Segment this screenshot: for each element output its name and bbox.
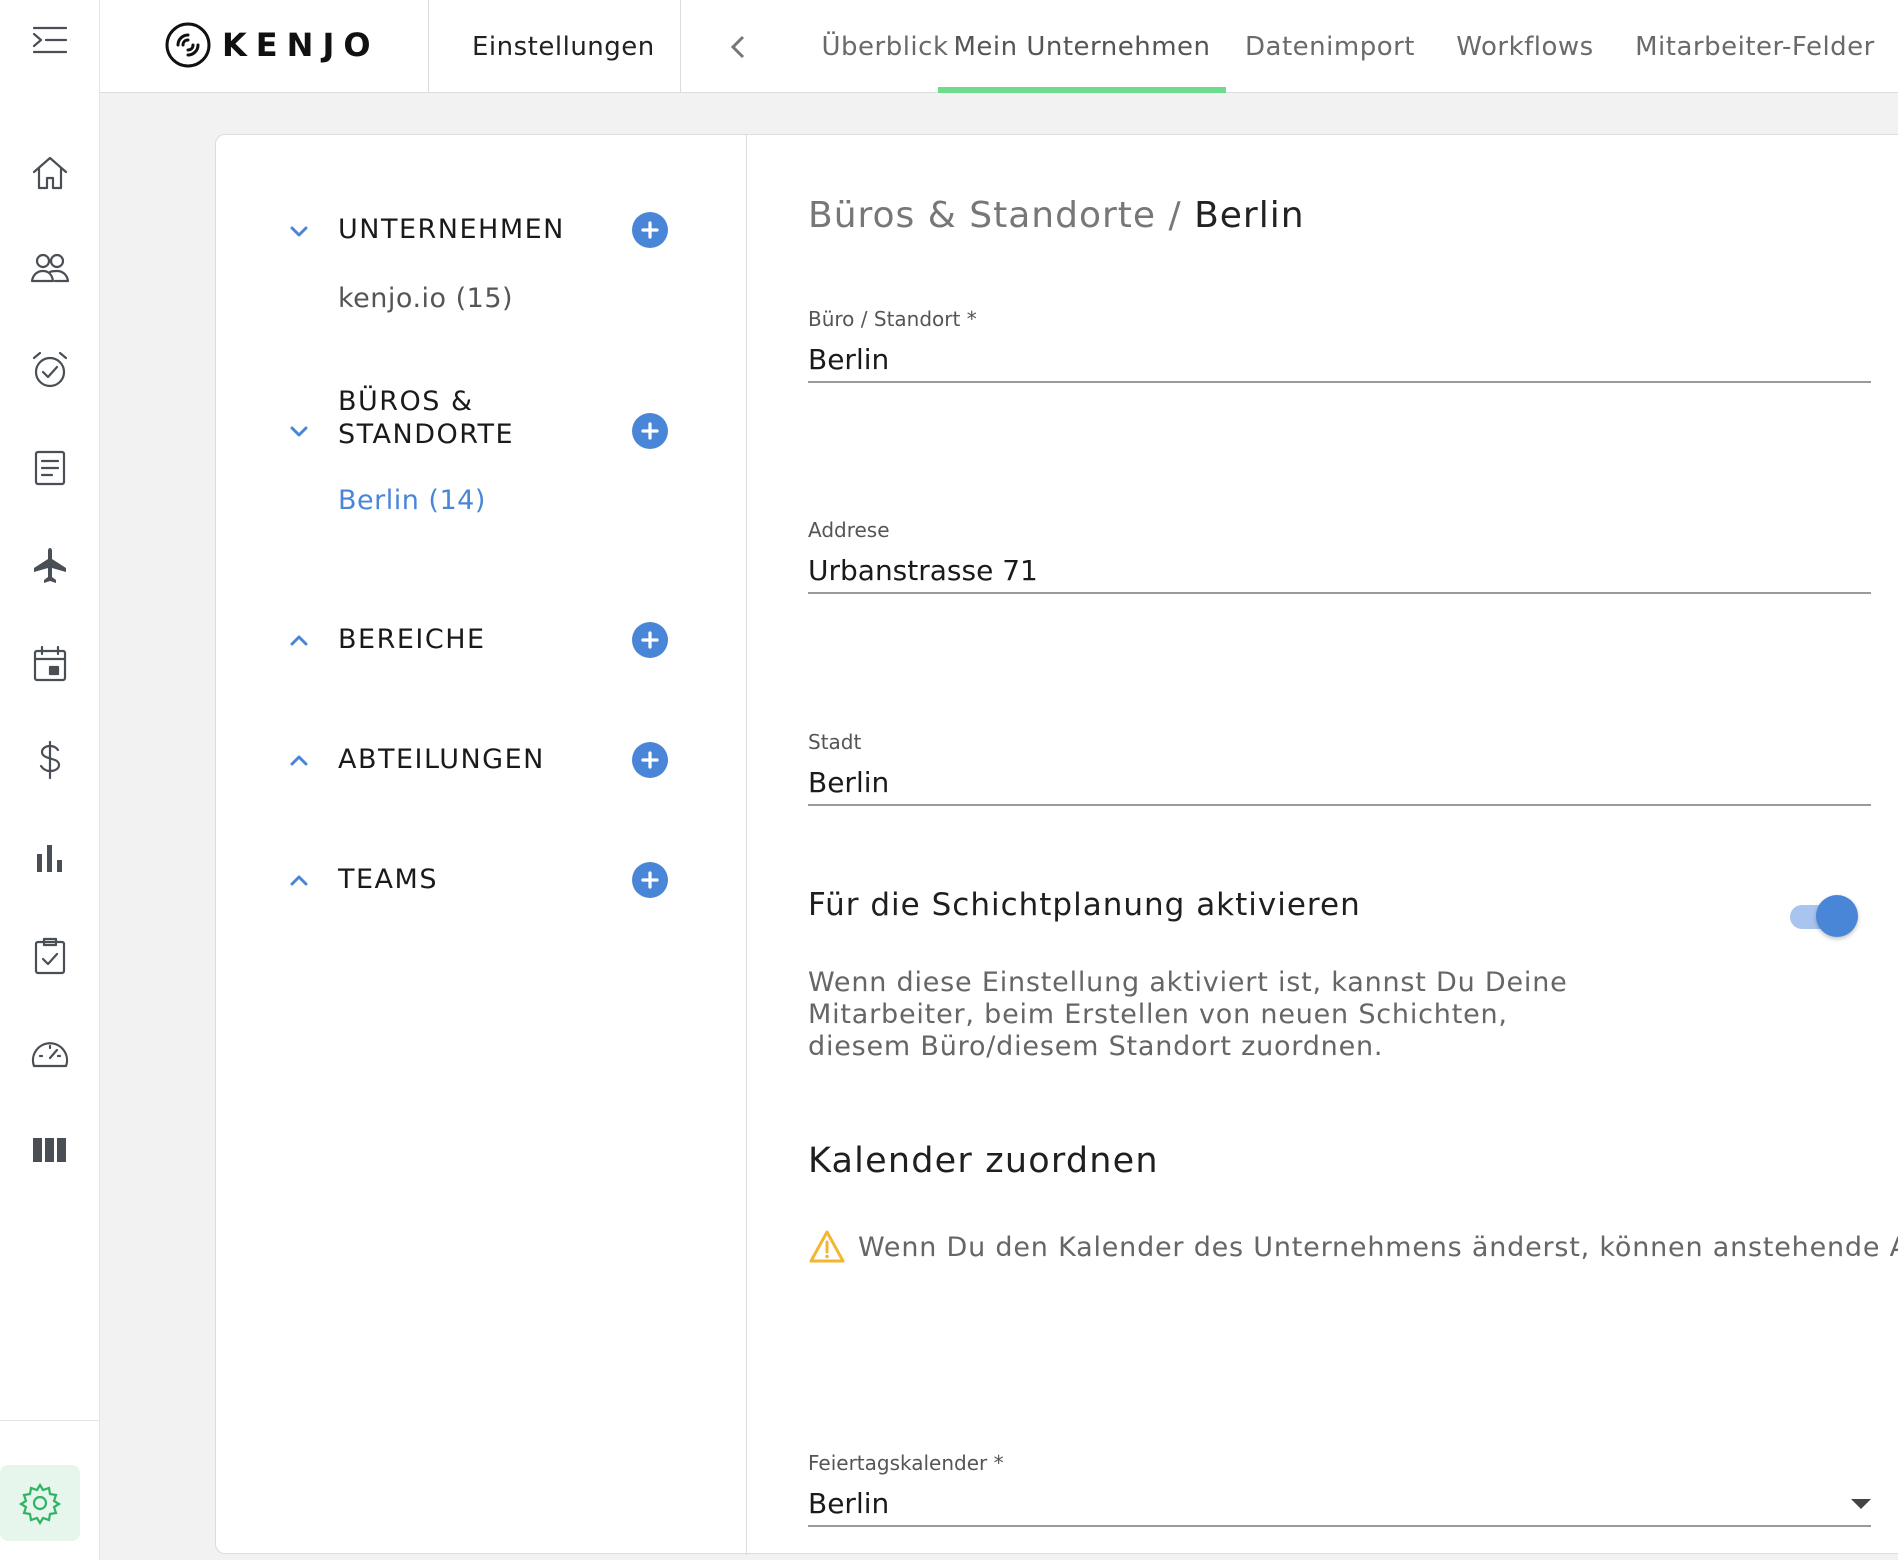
- header-section-title: Einstellungen: [472, 31, 655, 62]
- speedometer-icon[interactable]: [0, 1014, 100, 1094]
- tree-group-abteilungen: ABTEILUNGEN: [216, 725, 747, 805]
- breadcrumb-separator: /: [1156, 195, 1195, 236]
- tree-group-unternehmen: UNTERNEHMEN kenjo.io (15): [216, 195, 747, 345]
- calendar-warning: Wenn Du den Kalender des Unternehmens än…: [808, 1227, 1898, 1267]
- tree-item-kenjo-io[interactable]: kenjo.io (15): [338, 283, 513, 314]
- tree-group-bereiche: BEREICHE: [216, 605, 747, 685]
- top-bar: KENJO Einstellungen Überblick Mein Unter…: [100, 0, 1898, 93]
- city-field-label: Stadt: [808, 730, 862, 754]
- tree-group-bueros-standorte: BÜROS & STANDORTE Berlin (14): [216, 385, 747, 575]
- city-input[interactable]: Berlin: [808, 764, 1871, 806]
- calendar-icon[interactable]: [0, 624, 100, 704]
- active-tab-indicator: [938, 87, 1226, 93]
- tree-group-label: BEREICHE: [338, 624, 486, 655]
- app-sidebar: [0, 0, 100, 1560]
- toggle-knob: [1816, 895, 1858, 937]
- org-structure-tree: UNTERNEHMEN kenjo.io (15) BÜROS & STANDO…: [216, 135, 747, 1555]
- logo-mark-icon: [165, 22, 211, 68]
- address-field: Addrese Urbanstrasse 71: [808, 518, 1871, 594]
- shift-planning-help-text: Wenn diese Einstellung aktiviert ist, ka…: [808, 967, 1568, 1062]
- tree-group-label: UNTERNEHMEN: [338, 214, 565, 245]
- people-icon[interactable]: [0, 228, 100, 308]
- kenjo-logo[interactable]: KENJO: [164, 20, 380, 70]
- tree-item-berlin[interactable]: Berlin (14): [338, 485, 486, 516]
- office-field: Büro / Standort * Berlin: [808, 307, 1871, 383]
- address-input[interactable]: Urbanstrasse 71: [808, 552, 1871, 594]
- bar-chart-icon[interactable]: [0, 818, 100, 898]
- home-icon[interactable]: [0, 133, 100, 213]
- dollar-icon[interactable]: [0, 720, 100, 800]
- chevron-up-icon[interactable]: [284, 866, 314, 896]
- tab-mitarbeiter-felder[interactable]: Mitarbeiter-Felder: [1630, 0, 1880, 93]
- header-divider: [428, 0, 429, 93]
- header-divider: [680, 0, 681, 93]
- shift-planning-label: Für die Schichtplanung aktivieren: [808, 887, 1361, 923]
- breadcrumb-parent[interactable]: Büros & Standorte: [808, 195, 1156, 236]
- rail-divider: [0, 1420, 100, 1421]
- holiday-calendar-label: Feiertagskalender *: [808, 1451, 1004, 1475]
- logo-text: KENJO: [222, 26, 380, 64]
- add-team-button[interactable]: [632, 862, 668, 898]
- add-abteilung-button[interactable]: [632, 742, 668, 778]
- chevron-left-icon[interactable]: [716, 24, 762, 70]
- holiday-calendar-field: Feiertagskalender * Berlin: [808, 1451, 1871, 1527]
- office-input[interactable]: Berlin: [808, 341, 1871, 383]
- page-title: Büros & Standorte / Berlin: [808, 195, 1305, 236]
- alarm-clock-icon[interactable]: [0, 330, 100, 410]
- calendar-warning-text: Wenn Du den Kalender des Unternehmens än…: [858, 1231, 1898, 1263]
- add-buero-button[interactable]: [632, 413, 668, 449]
- airplane-icon[interactable]: [0, 528, 100, 608]
- dropdown-arrow-icon: [1851, 1499, 1871, 1509]
- shift-planning-toggle[interactable]: [1790, 895, 1858, 939]
- tab-workflows[interactable]: Workflows: [1440, 0, 1610, 93]
- warning-triangle-icon: [809, 1230, 845, 1263]
- plus-icon: [641, 221, 659, 239]
- gear-icon[interactable]: [0, 1465, 80, 1541]
- address-field-label: Addrese: [808, 518, 890, 542]
- tab-datenimport[interactable]: Datenimport: [1230, 0, 1430, 93]
- plus-icon: [641, 871, 659, 889]
- plus-icon: [641, 751, 659, 769]
- holiday-calendar-select[interactable]: Berlin: [808, 1485, 1871, 1527]
- menu-collapse-icon[interactable]: [0, 0, 100, 80]
- columns-icon[interactable]: [0, 1110, 100, 1190]
- city-field: Stadt Berlin: [808, 730, 1871, 806]
- tab-mein-unternehmen[interactable]: Mein Unternehmen: [938, 0, 1226, 93]
- add-bereich-button[interactable]: [632, 622, 668, 658]
- office-field-label: Büro / Standort *: [808, 307, 977, 331]
- plus-icon: [641, 631, 659, 649]
- location-detail-panel: Büros & Standorte / Berlin Büro / Stando…: [748, 135, 1898, 1555]
- document-icon[interactable]: [0, 428, 100, 508]
- settings-card: UNTERNEHMEN kenjo.io (15) BÜROS & STANDO…: [215, 134, 1898, 1555]
- chevron-down-icon[interactable]: [284, 416, 314, 446]
- tree-group-label: BÜROS & STANDORTE: [338, 386, 515, 450]
- tree-group-teams: TEAMS: [216, 845, 747, 925]
- add-unternehmen-button[interactable]: [632, 212, 668, 248]
- breadcrumb-current: Berlin: [1194, 195, 1305, 236]
- plus-icon: [641, 422, 659, 440]
- tree-group-label: TEAMS: [338, 864, 438, 895]
- clipboard-check-icon[interactable]: [0, 916, 100, 996]
- chevron-up-icon[interactable]: [284, 626, 314, 656]
- chevron-up-icon[interactable]: [284, 746, 314, 776]
- calendar-section-title: Kalender zuordnen: [808, 1141, 1159, 1181]
- tab-label: Mein Unternehmen: [953, 31, 1211, 62]
- chevron-down-icon[interactable]: [284, 216, 314, 246]
- holiday-calendar-value: Berlin: [808, 1487, 890, 1520]
- tree-group-label: ABTEILUNGEN: [338, 744, 545, 775]
